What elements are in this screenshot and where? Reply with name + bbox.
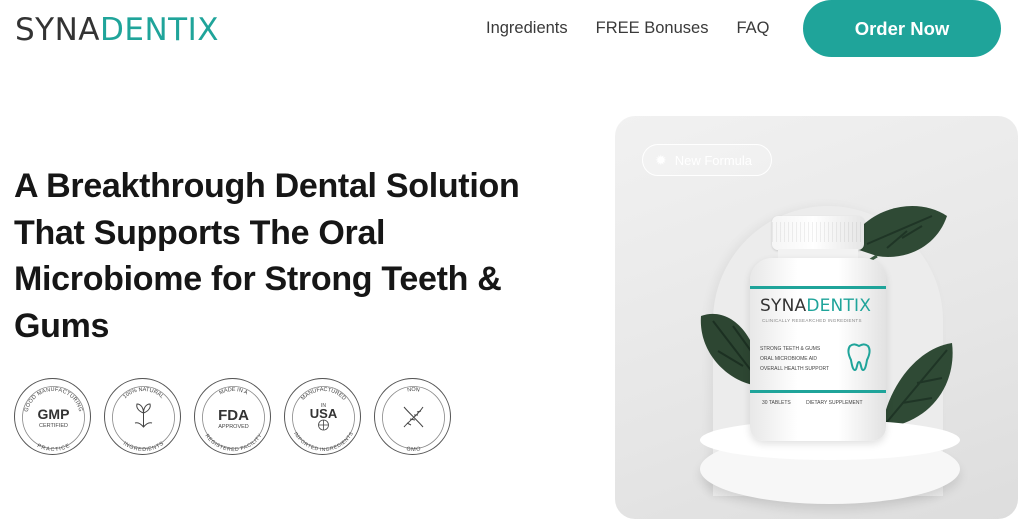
brand-name-part1: SYNA (15, 12, 101, 48)
non-gmo-badge-icon: NON GMO (374, 378, 451, 455)
label-brand-part1: SYNA (760, 296, 807, 316)
product-bottle: SYNADENTIX CLINICALLY RESEARCHED INGREDI… (750, 216, 886, 441)
nav-item-faq[interactable]: FAQ (736, 19, 769, 38)
natural-ring-top: 100% NATURAL (122, 387, 164, 400)
tooth-icon (847, 343, 871, 372)
svg-text:IMPORTED INGREDIENTS: IMPORTED INGREDIENTS (292, 431, 355, 453)
brand-logo[interactable]: SYNADENTIX (15, 12, 219, 48)
sparkle-icon: ✹ (655, 151, 667, 168)
bottle-body: SYNADENTIX CLINICALLY RESEARCHED INGREDI… (750, 258, 886, 441)
usa-ring-top: MANUFACTURED (300, 387, 346, 402)
natural-badge-icon: 100% NATURAL INGREDIENTS (104, 378, 181, 455)
label-brand-part2: DENTIX (806, 296, 872, 316)
fda-main: FDA (218, 407, 249, 424)
label-bullet: ORAL MICROBIOME AID (760, 356, 818, 362)
natural-ring-bottom: INGREDIENTS (122, 441, 165, 453)
bottle-cap (772, 216, 864, 250)
gmp-sub: CERTIFIED (39, 423, 68, 429)
fda-ring-bottom: REGISTERED FACILITY (204, 433, 264, 453)
order-now-button[interactable]: Order Now (803, 0, 1001, 57)
gmp-badge-icon: GOOD MANUFACTURING PRACTICE GMP CERTIFIE… (14, 378, 91, 455)
product-image-panel: SYNADENTIX CLINICALLY RESEARCHED INGREDI… (615, 116, 1018, 519)
label-brand: SYNADENTIX (760, 296, 871, 316)
usa-badge-icon: MANUFACTURED IMPORTED INGREDIENTS IN USA (284, 378, 361, 455)
brand-name-part2: DENTIX (100, 12, 219, 48)
label-footer-right: DIETARY SUPPLEMENT (806, 400, 863, 406)
svg-text:REGISTERED FACILITY: REGISTERED FACILITY (204, 433, 264, 453)
gmp-main: GMP (38, 406, 70, 422)
main-nav: Ingredients FREE Bonuses FAQ (486, 19, 769, 38)
new-formula-label: New Formula (674, 152, 753, 168)
nav-item-ingredients[interactable]: Ingredients (486, 19, 568, 38)
label-subtitle: CLINICALLY RESEARCHED INGREDIENTS (762, 318, 862, 323)
fda-sub: APPROVED (218, 424, 249, 430)
svg-text:100% NATURAL: 100% NATURAL (122, 387, 164, 400)
svg-text:INGREDIENTS: INGREDIENTS (122, 441, 165, 453)
label-top-bar (750, 286, 886, 289)
label-footer-left: 30 TABLETS (762, 400, 791, 406)
trust-badges: GOOD MANUFACTURING PRACTICE GMP CERTIFIE… (14, 378, 451, 455)
label-bullet: OVERALL HEALTH SUPPORT (760, 366, 830, 372)
svg-text:PRACTICE: PRACTICE (36, 443, 71, 453)
svg-text:MANUFACTURED: MANUFACTURED (300, 387, 346, 402)
non-gmo-ring-bottom: GMO (406, 446, 422, 453)
label-bullets: STRONG TEETH & GUMS ORAL MICROBIOME AID … (760, 344, 829, 374)
label-bottom-bar (750, 390, 886, 393)
bottle-label: SYNADENTIX CLINICALLY RESEARCHED INGREDI… (750, 282, 886, 422)
usa-ring-bottom: IMPORTED INGREDIENTS (292, 431, 355, 453)
gmp-ring-bottom: PRACTICE (36, 443, 71, 453)
svg-text:NON: NON (407, 387, 420, 394)
new-formula-pill: ✹ New Formula (642, 144, 772, 176)
non-gmo-ring-top: NON (407, 387, 420, 394)
usa-main: USA (310, 406, 338, 421)
label-footer: 30 TABLETS DIETARY SUPPLEMENT (762, 400, 863, 406)
svg-text:GMO: GMO (406, 446, 422, 453)
nav-item-free-bonuses[interactable]: FREE Bonuses (596, 19, 709, 38)
label-bullet: STRONG TEETH & GUMS (760, 346, 821, 352)
hero-title: A Breakthrough Dental Solution That Supp… (14, 167, 520, 345)
fda-badge-icon: MADE IN A REGISTERED FACILITY FDA APPROV… (194, 378, 271, 455)
